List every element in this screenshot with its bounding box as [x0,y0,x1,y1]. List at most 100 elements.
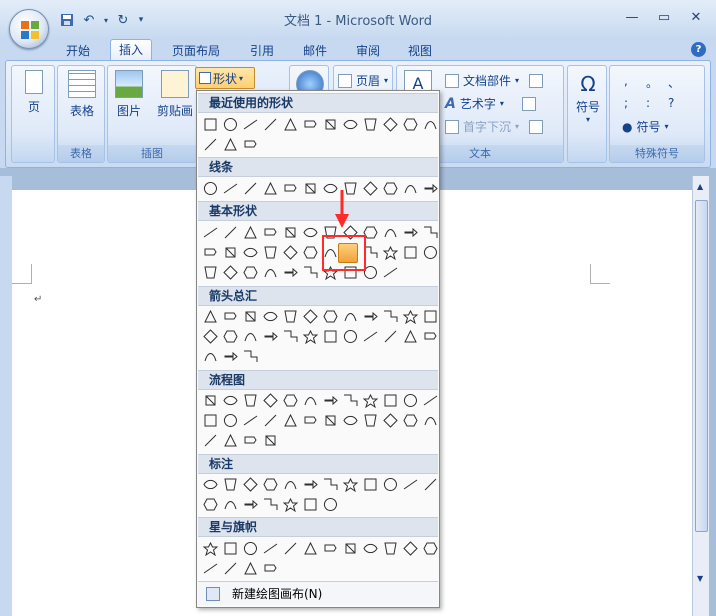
shape-item[interactable] [382,224,399,241]
shape-item[interactable] [222,308,239,325]
shape-item[interactable] [342,392,359,409]
shape-item[interactable] [362,116,379,133]
shape-item[interactable] [282,308,299,325]
shape-item[interactable] [422,328,439,345]
object-icon[interactable] [529,119,544,134]
shape-item[interactable] [282,116,299,133]
shape-item[interactable] [282,412,299,429]
page-button[interactable]: 页 [20,70,48,115]
shape-item[interactable] [322,328,339,345]
shape-item[interactable] [222,540,239,557]
shape-item[interactable] [242,180,259,197]
table-button[interactable]: 表格 [64,70,100,119]
shape-item[interactable] [422,308,439,325]
vertical-scrollbar[interactable]: ▲ ▼ [692,176,709,616]
shapes-button[interactable]: 形状 ▾ [195,67,255,89]
shape-item[interactable] [202,328,219,345]
shape-item[interactable] [242,244,259,261]
shape-item[interactable] [302,244,319,261]
shape-item[interactable] [322,496,339,513]
shape-item[interactable] [362,476,379,493]
shape-item[interactable] [242,540,259,557]
special-char[interactable]: 、 [668,74,680,91]
shape-item[interactable] [262,476,279,493]
shape-item[interactable] [262,392,279,409]
shape-item[interactable] [202,116,219,133]
shape-item[interactable] [302,264,319,281]
docparts-button[interactable]: 文档部件 ▾ [445,72,544,89]
shape-item[interactable] [302,328,319,345]
shape-item[interactable] [302,392,319,409]
shape-item[interactable] [202,224,219,241]
shape-item[interactable] [202,136,219,153]
special-char[interactable]: : [646,96,650,110]
shape-item[interactable] [222,348,239,365]
tab-view[interactable]: 视图 [408,41,432,61]
shape-item[interactable] [222,264,239,281]
shape-item[interactable] [282,392,299,409]
shape-item[interactable] [322,540,339,557]
shape-item[interactable] [202,308,219,325]
scroll-up-icon[interactable]: ▲ [697,182,703,191]
shape-item[interactable] [402,328,419,345]
shape-item[interactable] [202,392,219,409]
shape-item[interactable] [362,412,379,429]
shape-item[interactable] [402,308,419,325]
shape-item[interactable] [202,348,219,365]
shape-item[interactable] [262,116,279,133]
shape-item[interactable] [222,180,239,197]
shape-item[interactable] [382,328,399,345]
shape-item[interactable] [262,540,279,557]
shape-item[interactable] [302,308,319,325]
shape-item[interactable] [242,412,259,429]
shape-item[interactable] [342,476,359,493]
shape-item[interactable] [202,180,219,197]
wordart-button[interactable]: A 艺术字 ▾ [445,95,536,112]
shape-item[interactable] [362,540,379,557]
dropcap-button[interactable]: 首字下沉 ▾ [445,118,544,135]
help-icon[interactable]: ? [691,42,706,57]
shape-item[interactable] [302,540,319,557]
shape-item[interactable] [302,224,319,241]
shape-item[interactable] [242,116,259,133]
shape-item[interactable] [302,116,319,133]
shape-item[interactable] [202,244,219,261]
shape-item[interactable] [382,476,399,493]
shape-item[interactable] [222,392,239,409]
shape-item[interactable] [422,392,439,409]
shape-item[interactable] [222,136,239,153]
shape-item[interactable] [402,180,419,197]
special-char[interactable]: 。 [646,74,658,91]
shape-item[interactable] [382,116,399,133]
shape-item[interactable] [262,180,279,197]
shape-item[interactable] [362,308,379,325]
shape-item[interactable] [382,180,399,197]
shape-item[interactable] [242,328,259,345]
shape-item[interactable] [202,476,219,493]
shape-item[interactable] [362,392,379,409]
tab-page-layout[interactable]: 页面布局 [172,41,220,61]
shape-item[interactable] [422,540,439,557]
shape-item[interactable] [402,116,419,133]
shape-item[interactable] [422,224,439,241]
shape-item[interactable] [382,244,399,261]
shape-item[interactable] [422,116,439,133]
shape-item[interactable] [222,224,239,241]
shape-item[interactable] [422,412,439,429]
shape-item[interactable] [222,432,239,449]
shape-item[interactable] [422,476,439,493]
tab-insert[interactable]: 插入 [110,39,153,61]
shape-item[interactable] [402,540,419,557]
special-char[interactable]: , [624,74,628,88]
scroll-thumb[interactable] [695,200,708,532]
maximize-icon[interactable]: ▭ [650,7,678,27]
shape-item[interactable] [262,412,279,429]
shape-item[interactable] [402,392,419,409]
shape-item[interactable] [242,264,259,281]
shape-item[interactable] [262,308,279,325]
shape-item[interactable] [382,392,399,409]
shape-item[interactable] [222,560,239,577]
shape-item[interactable] [202,560,219,577]
shape-item[interactable] [302,496,319,513]
shape-item[interactable] [262,244,279,261]
